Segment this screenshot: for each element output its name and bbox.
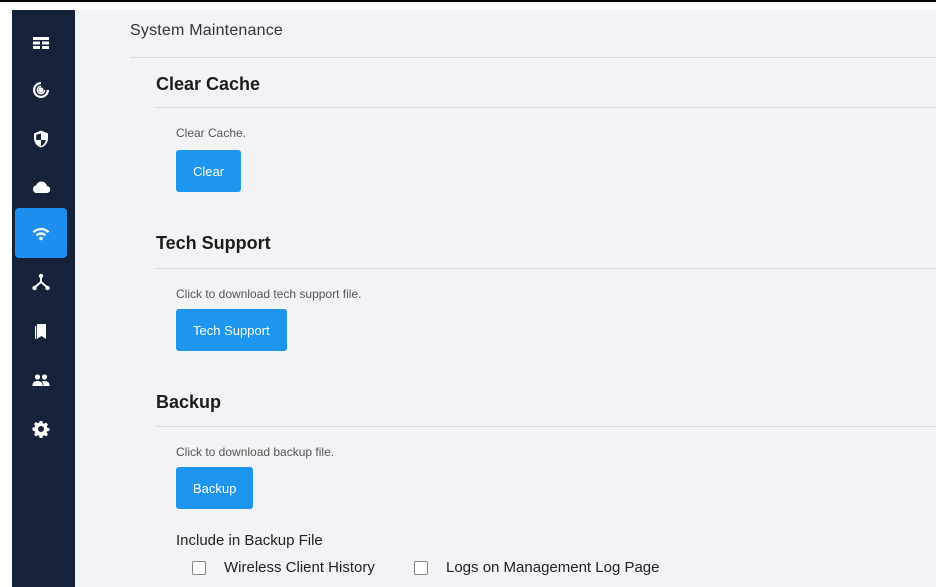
shield-icon: [34, 130, 48, 148]
backup-divider: [156, 426, 936, 427]
radar-icon: [33, 82, 49, 98]
option-logs-management[interactable]: Logs on Management Log Page: [414, 559, 660, 576]
wireless-client-history-checkbox[interactable]: [192, 560, 206, 575]
tech-support-hint: Click to download tech support file.: [176, 287, 362, 301]
clear-cache-hint: Clear Cache.: [176, 126, 247, 140]
page-title: System Maintenance: [130, 22, 284, 39]
wifi-icon: [32, 227, 50, 241]
sidebar-item-security[interactable]: [15, 114, 67, 164]
sidebar-item-settings[interactable]: [15, 404, 67, 454]
clear-cache-heading: Clear Cache: [156, 74, 261, 94]
sidebar-item-wireless[interactable]: [15, 208, 67, 258]
sidebar-item-dashboard[interactable]: [15, 18, 67, 68]
backup-button[interactable]: Backup: [176, 467, 254, 509]
cloud-icon: [33, 181, 51, 194]
clear-cache-button[interactable]: Clear: [176, 150, 242, 192]
sidebar-item-cloud[interactable]: [15, 162, 67, 212]
gear-icon: [32, 421, 50, 438]
logs-management-checkbox[interactable]: [414, 560, 428, 575]
backup-heading: Backup: [156, 392, 222, 412]
tech-support-heading: Tech Support: [156, 233, 271, 253]
title-divider: [130, 57, 936, 58]
include-in-backup-label: Include in Backup File: [176, 532, 323, 549]
tech-support-button[interactable]: Tech Support: [176, 309, 287, 351]
sidebar: [12, 10, 75, 587]
bookmark-icon: [35, 324, 46, 340]
sidebar-item-radar[interactable]: [15, 65, 67, 115]
clear-cache-divider: [156, 107, 936, 108]
sidebar-item-bookmarks[interactable]: [15, 306, 67, 356]
main-content: System Maintenance Clear Cache Clear Cac…: [75, 10, 936, 587]
option-wireless-client-history[interactable]: Wireless Client History: [192, 559, 375, 576]
wireless-client-history-label: Wireless Client History: [224, 559, 375, 576]
dashboard-icon: [33, 37, 49, 49]
tech-support-divider: [156, 268, 936, 269]
network-icon: [32, 273, 50, 291]
backup-hint: Click to download backup file.: [176, 445, 335, 459]
logs-management-label: Logs on Management Log Page: [446, 559, 660, 576]
sidebar-item-network[interactable]: [15, 257, 67, 307]
sidebar-item-users[interactable]: [15, 355, 67, 405]
users-icon: [32, 374, 50, 386]
